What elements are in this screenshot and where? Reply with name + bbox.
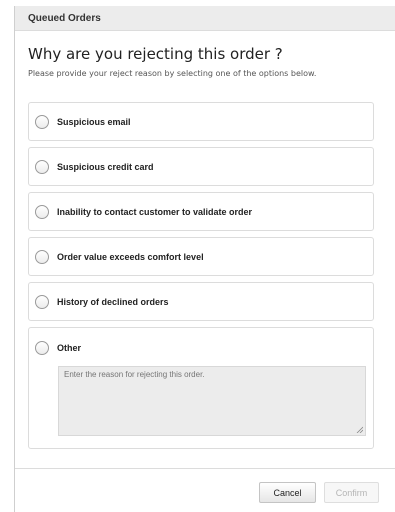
other-row[interactable]: Other: [35, 341, 373, 355]
page-title: Why are you rejecting this order ?: [28, 45, 283, 63]
confirm-button[interactable]: Confirm: [324, 482, 379, 503]
option-other[interactable]: Other: [28, 327, 374, 449]
instruction-text: Please provide your reject reason by sel…: [28, 69, 317, 78]
resize-grip-icon[interactable]: [356, 426, 363, 433]
reason-textarea[interactable]: [59, 367, 365, 435]
option-label: Order value exceeds comfort level: [57, 251, 204, 262]
option-suspicious-email[interactable]: Suspicious email: [28, 102, 374, 141]
radio-button-icon[interactable]: [35, 294, 49, 309]
option-order-value-exceeds[interactable]: Order value exceeds comfort level: [28, 237, 374, 276]
dialog-title: Queued Orders: [28, 12, 101, 24]
footer-divider: [15, 468, 395, 469]
cancel-button[interactable]: Cancel: [259, 482, 316, 503]
radio-button-icon[interactable]: [35, 114, 49, 129]
option-label: Other: [57, 343, 82, 353]
dialog-titlebar: Queued Orders: [15, 6, 395, 31]
dialog-content: Why are you rejecting this order ? Pleas…: [15, 45, 395, 449]
reason-textarea-wrapper: [58, 366, 366, 436]
option-inability-to-contact[interactable]: Inability to contact customer to validat…: [28, 192, 374, 231]
option-label: Suspicious email: [57, 116, 131, 127]
radio-button-icon[interactable]: [35, 249, 49, 264]
option-label: Suspicious credit card: [57, 161, 154, 172]
radio-button-icon[interactable]: [35, 159, 49, 174]
reject-order-dialog: Queued Orders Why are you rejecting this…: [14, 6, 395, 512]
option-history-declined[interactable]: History of declined orders: [28, 282, 374, 321]
option-suspicious-credit-card[interactable]: Suspicious credit card: [28, 147, 374, 186]
radio-button-icon[interactable]: [35, 204, 49, 219]
option-label: Inability to contact customer to validat…: [57, 206, 253, 217]
reason-options: Suspicious email Suspicious credit card …: [28, 102, 379, 449]
option-label: History of declined orders: [57, 296, 169, 307]
radio-button-icon[interactable]: [35, 341, 49, 355]
